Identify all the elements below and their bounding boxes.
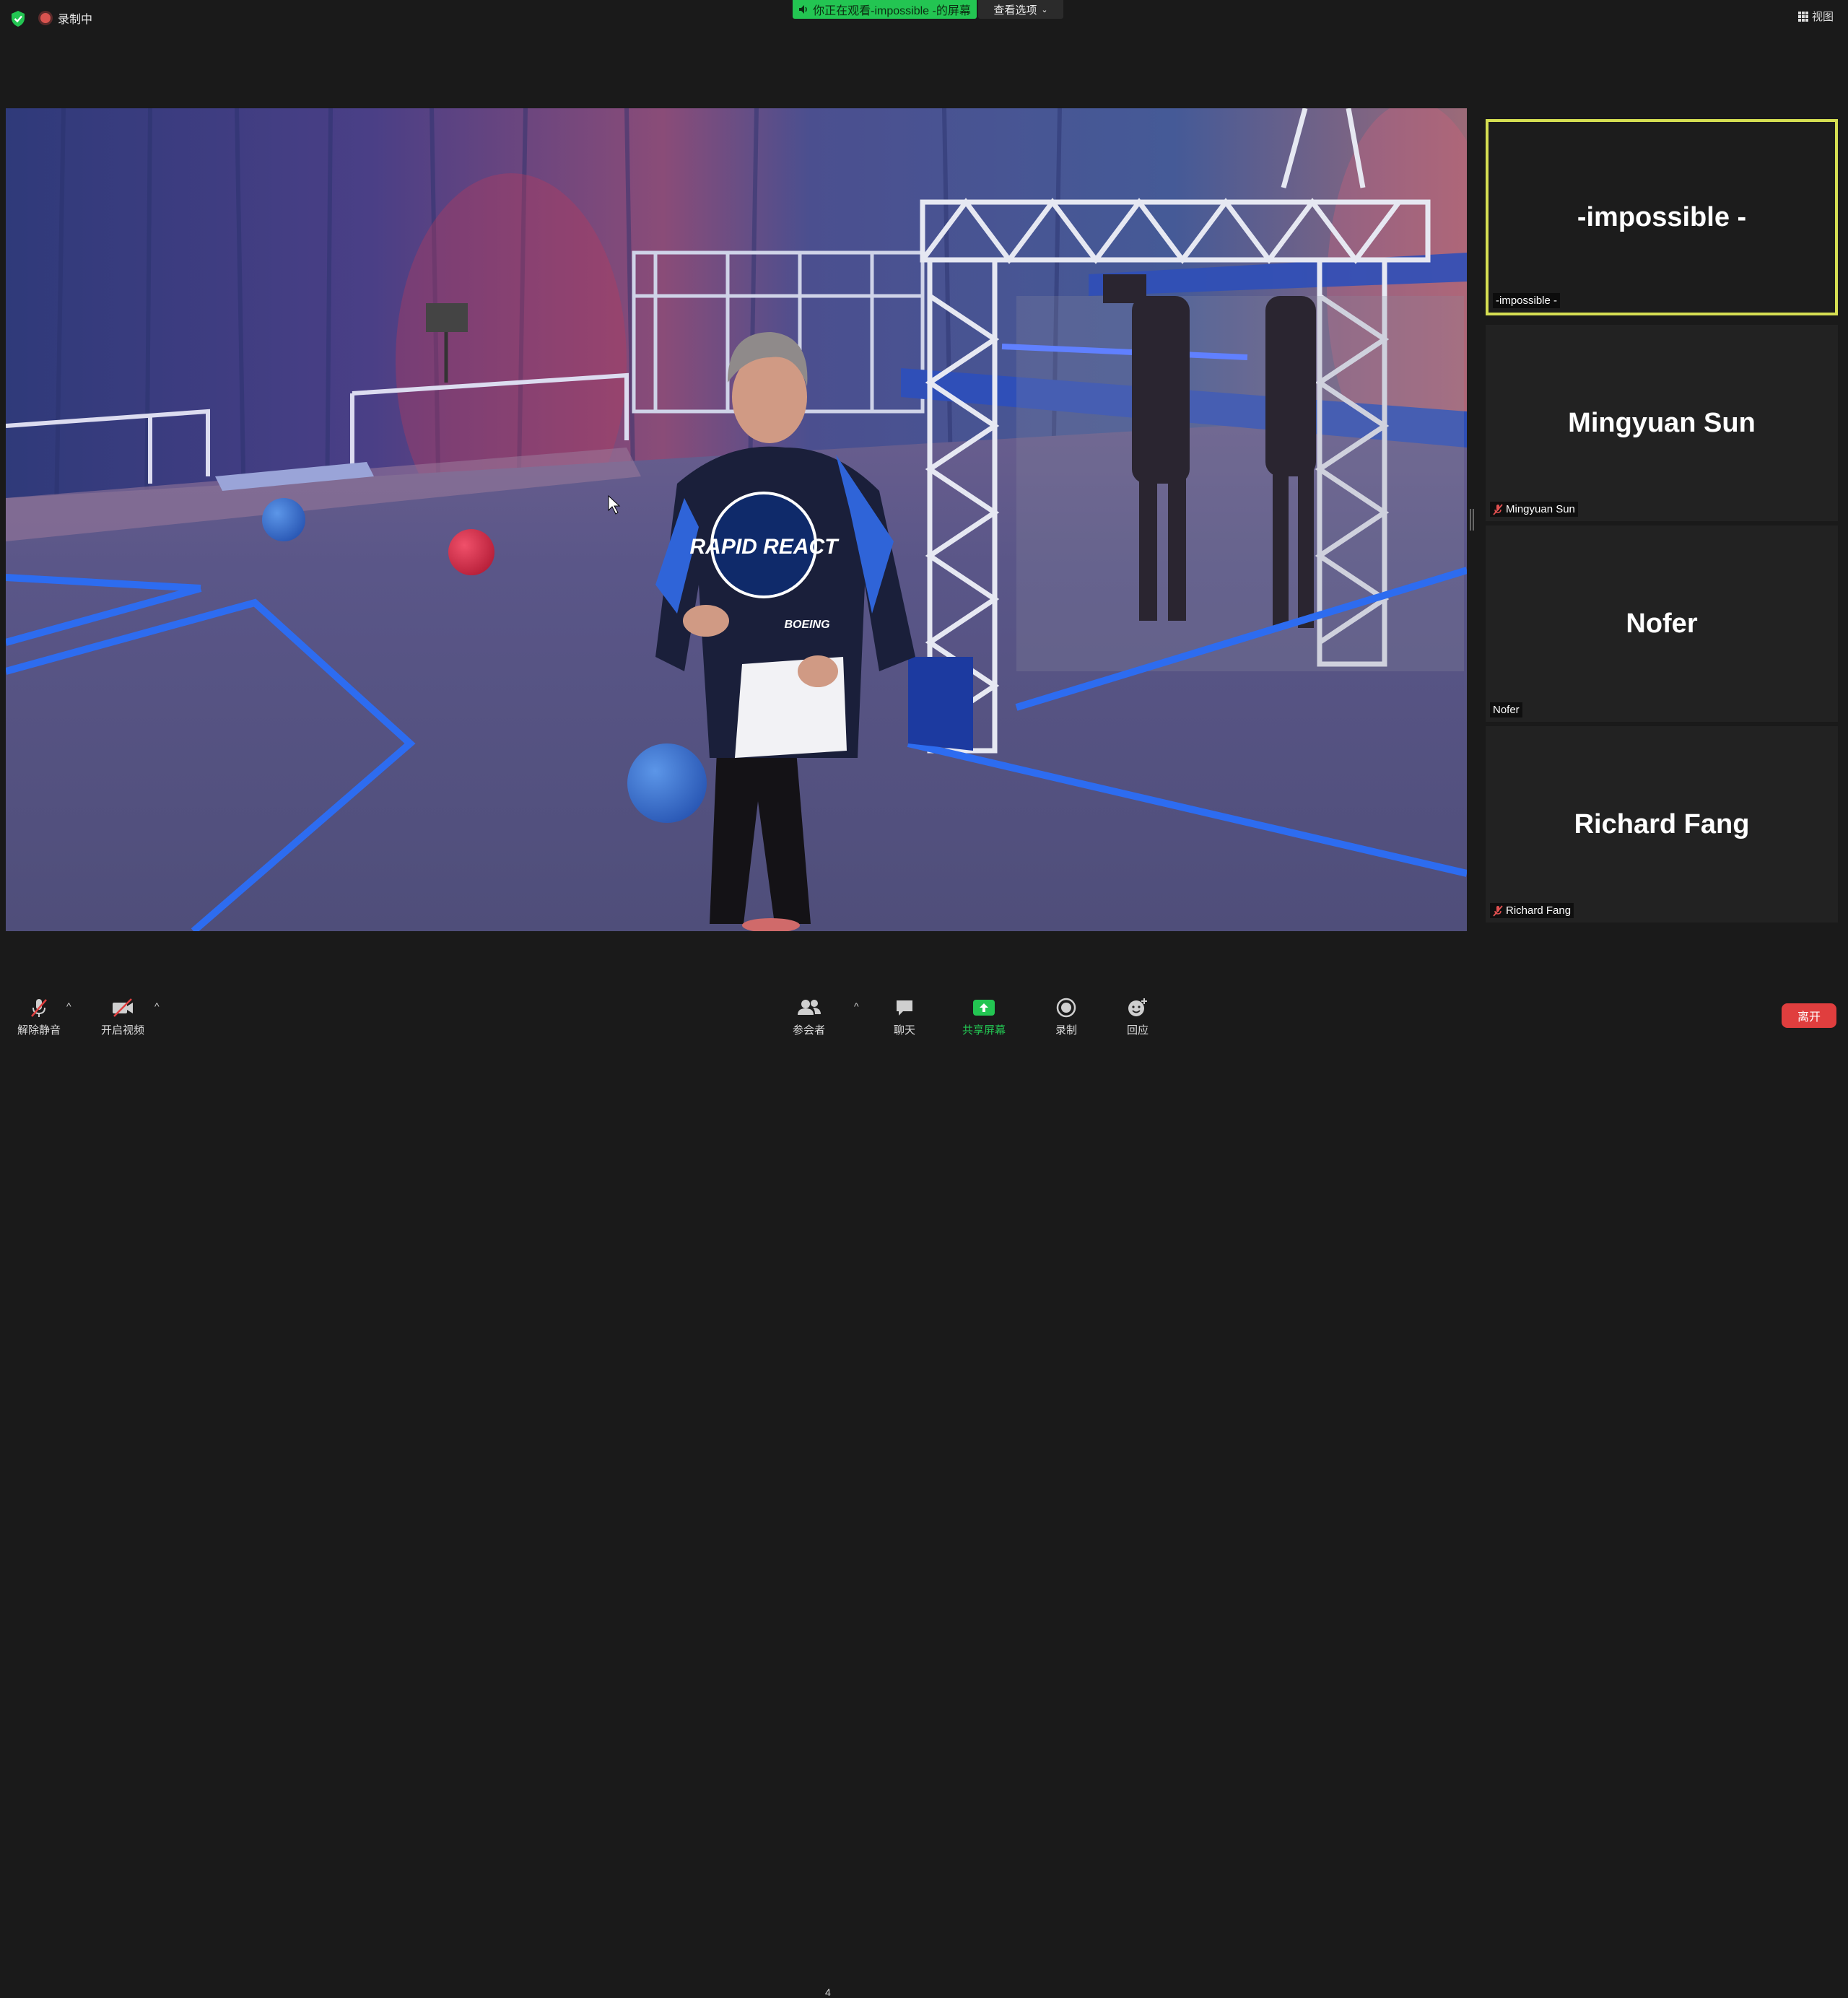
video-options-caret-icon[interactable]: ^ xyxy=(154,1000,160,1012)
participant-name-label: -impossible - xyxy=(1493,293,1561,308)
record-label: 录制 xyxy=(1055,1024,1078,1037)
emoji-add-icon xyxy=(1128,998,1147,1016)
chat-bubble-icon xyxy=(897,1000,912,1016)
view-button[interactable]: 视图 xyxy=(1797,9,1834,24)
record-icon xyxy=(1056,998,1076,1018)
reactions-button[interactable]: 回应 xyxy=(1127,998,1149,1037)
participant-tile-mingyuan-sun[interactable]: Mingyuan Sun Mingyuan Sun xyxy=(1486,325,1838,521)
participant-display-name: Nofer xyxy=(1626,608,1698,639)
share-screen-label: 共享屏幕 xyxy=(962,1024,1006,1037)
participant-name-label: Mingyuan Sun xyxy=(1490,502,1578,517)
video-off-icon xyxy=(113,998,133,1017)
participant-name-text: Nofer xyxy=(1493,704,1520,716)
participants-icon xyxy=(797,1000,821,1015)
recording-indicator[interactable]: 录制中 xyxy=(40,9,92,27)
unmute-label: 解除静音 xyxy=(17,1024,61,1037)
recording-dot-icon xyxy=(40,13,51,23)
start-video-button[interactable]: 开启视频 xyxy=(101,998,144,1037)
participant-display-name: Mingyuan Sun xyxy=(1568,407,1756,438)
speaker-icon xyxy=(799,5,807,14)
chevron-down-icon: ⌄ xyxy=(1041,5,1048,14)
meeting-toolbar: 解除静音 ^ 开启视频 ^ 参会者 4 ^ 聊天 共享屏幕 录制 回应 xyxy=(0,987,1848,1998)
reactions-label: 回应 xyxy=(1127,1024,1149,1037)
participant-name-text: Mingyuan Sun xyxy=(1506,503,1575,515)
security-shield-icon[interactable] xyxy=(10,10,26,27)
panel-resize-handle[interactable] xyxy=(1470,509,1474,531)
chat-label: 聊天 xyxy=(894,1024,916,1037)
leave-button[interactable]: 离开 xyxy=(1782,1003,1836,1028)
view-options-label: 查看选项 xyxy=(993,4,1037,17)
participant-name-label: Nofer xyxy=(1490,702,1522,717)
mic-muted-icon xyxy=(1493,503,1503,515)
top-bar: 录制中 你正在观看-impossible -的屏幕 查看选项 ⌄ 视图 xyxy=(0,0,1848,36)
participant-name-text: Richard Fang xyxy=(1506,904,1572,917)
participants-label: 参会者 xyxy=(793,1024,826,1037)
record-button[interactable]: 录制 xyxy=(1055,998,1077,1037)
grid-icon xyxy=(1797,11,1808,22)
mic-muted-icon xyxy=(31,999,47,1017)
unmute-button[interactable]: 解除静音 xyxy=(17,998,61,1037)
chat-button[interactable]: 聊天 xyxy=(894,998,915,1037)
share-screen-icon xyxy=(973,1000,995,1016)
viewing-label: 你正在观看-impossible -的屏幕 xyxy=(813,5,971,17)
share-screen-button[interactable]: 共享屏幕 xyxy=(962,998,1006,1037)
start-video-label: 开启视频 xyxy=(101,1024,145,1037)
participant-tile-richard-fang[interactable]: Richard Fang Richard Fang xyxy=(1486,726,1838,922)
participant-name-label: Richard Fang xyxy=(1490,903,1574,918)
jersey-text: RAPID REACT xyxy=(689,535,840,559)
shared-screen-scene: RAPID REACT BOEING xyxy=(6,108,1467,931)
participant-display-name: -impossible - xyxy=(1577,201,1747,232)
participant-tile-nofer[interactable]: Nofer Nofer xyxy=(1486,525,1838,722)
participants-options-caret-icon[interactable]: ^ xyxy=(854,1000,859,1012)
view-label: 视图 xyxy=(1811,11,1834,23)
shared-screen-video[interactable]: RAPID REACT BOEING xyxy=(6,108,1467,931)
participants-button[interactable]: 参会者 xyxy=(793,998,825,1037)
participant-display-name: Richard Fang xyxy=(1574,808,1750,839)
participants-count-badge: 4 xyxy=(825,1986,831,1998)
view-options-button[interactable]: 查看选项 ⌄ xyxy=(978,0,1063,19)
participant-name-text: -impossible - xyxy=(1496,295,1558,307)
recording-label: 录制中 xyxy=(58,14,93,26)
participant-tile-impossible[interactable]: -impossible - -impossible - xyxy=(1486,119,1838,315)
mic-muted-icon xyxy=(1493,904,1503,917)
sponsor-text: BOEING xyxy=(784,619,829,631)
audio-options-caret-icon[interactable]: ^ xyxy=(66,1000,71,1012)
viewing-banner: 你正在观看-impossible -的屏幕 xyxy=(793,0,977,19)
